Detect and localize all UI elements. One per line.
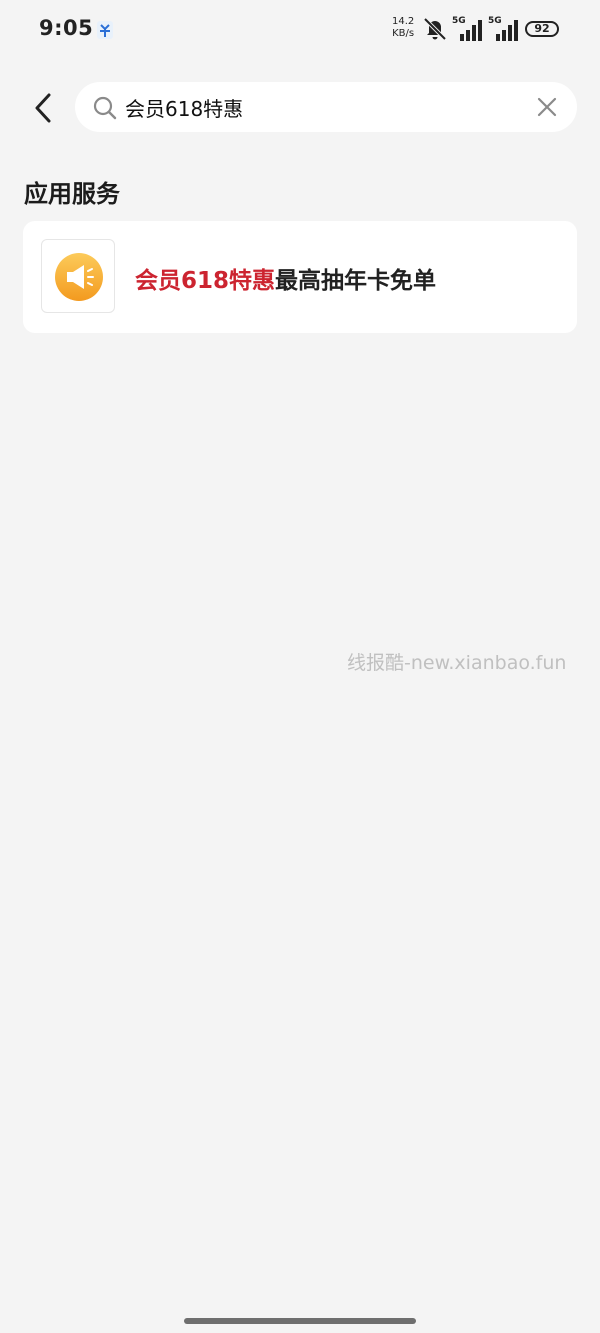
app-icon-frame <box>41 239 115 313</box>
close-icon[interactable] <box>535 95 559 119</box>
megaphone-icon <box>55 253 103 301</box>
battery-indicator: 92 <box>525 21 559 37</box>
home-indicator[interactable] <box>184 1318 416 1324</box>
back-button[interactable] <box>24 88 62 128</box>
watermark: 线报酷-new.xianbao.fun <box>347 652 567 674</box>
bell-muted-icon <box>423 17 447 41</box>
signal-bars-icon <box>460 20 482 41</box>
network-speed-unit: KB/s <box>392 28 415 39</box>
search-bar[interactable] <box>75 82 577 132</box>
status-bar: 9:05 14.2 KB/s 5G 5G 92 <box>0 0 600 62</box>
section-title: 应用服务 <box>24 180 120 208</box>
result-item[interactable]: 会员618特惠最高抽年卡免单 <box>23 221 577 333</box>
signal-sim2: 5G <box>488 16 522 42</box>
battery-level: 92 <box>534 22 550 35</box>
status-time: 9:05 <box>39 16 94 40</box>
signal-bars-icon <box>496 20 518 41</box>
network-speed: 14.2 KB/s <box>392 16 414 40</box>
search-icon <box>93 96 117 120</box>
result-title-highlight: 会员618特惠 <box>135 268 276 294</box>
search-input[interactable] <box>125 82 525 132</box>
app-notification-icon <box>97 21 113 39</box>
chevron-left-icon <box>35 93 51 123</box>
result-title-rest: 最高抽年卡免单 <box>275 268 437 294</box>
signal-sim1: 5G <box>452 16 486 42</box>
network-speed-value: 14.2 <box>392 16 415 27</box>
result-title: 会员618特惠最高抽年卡免单 <box>135 261 436 295</box>
